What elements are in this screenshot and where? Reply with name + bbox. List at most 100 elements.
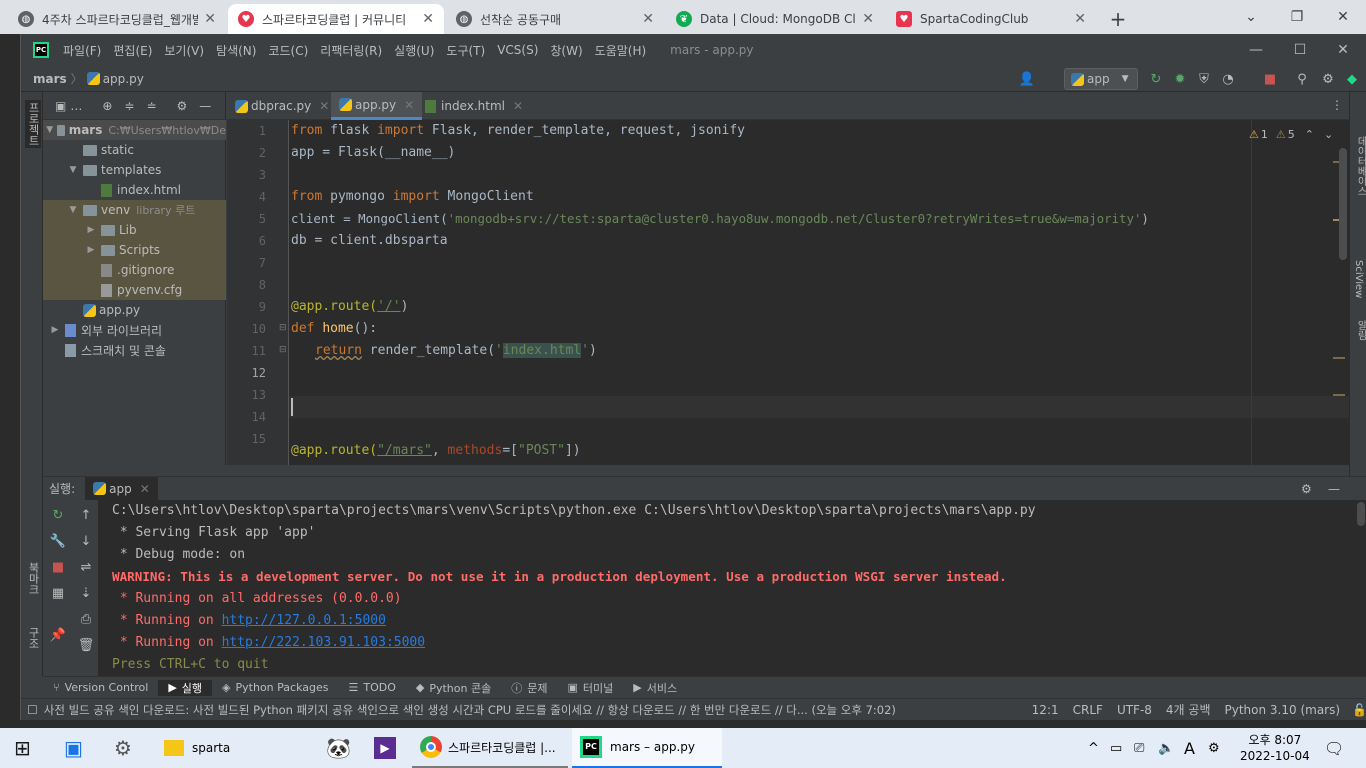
tool-tab-python-console[interactable]: ◆ Python 콘솔 xyxy=(406,680,501,696)
arrow-down-icon[interactable]: ↓ xyxy=(77,532,95,550)
run-config-selector[interactable]: app ▼ xyxy=(1064,68,1138,90)
menu-run[interactable]: 실행(U) xyxy=(388,42,440,59)
more-tabs-icon[interactable]: ⋮ xyxy=(1331,98,1343,112)
tree-item[interactable]: ▼ templates xyxy=(43,160,226,180)
stop-icon[interactable]: ■ xyxy=(49,558,67,576)
close-icon[interactable]: ✕ xyxy=(422,11,434,27)
jetbrains-icon[interactable]: ◆ xyxy=(1344,71,1360,87)
console-scrollbar[interactable] xyxy=(1357,502,1365,526)
tool-tab-terminal[interactable]: ▣ 터미널 xyxy=(557,680,623,696)
chevron-up-icon[interactable]: ⌃ xyxy=(1305,128,1314,141)
editor-tab-dbprac[interactable]: dbprac.py ✕ xyxy=(227,92,337,120)
breadcrumb-project[interactable]: mars xyxy=(21,72,67,86)
gear-icon[interactable]: ⚙ xyxy=(177,99,188,113)
fold-icon[interactable]: ⊟ xyxy=(279,345,287,355)
close-icon[interactable]: ✕ xyxy=(642,11,654,27)
editor-tab-index[interactable]: index.html ✕ xyxy=(417,92,531,120)
tree-item[interactable]: .gitignore xyxy=(43,260,226,280)
menu-navigate[interactable]: 탐색(N) xyxy=(210,42,262,59)
close-icon[interactable]: ✕ xyxy=(404,98,414,112)
browser-tab-4[interactable]: ❦ Data | Cloud: MongoDB Cloud ✕ xyxy=(666,4,884,34)
chevron-down-icon[interactable]: ⌄ xyxy=(1324,128,1333,141)
photos-icon[interactable]: ▣ xyxy=(56,728,91,768)
browser-tab-5[interactable]: ♥ SpartaCodingClub ✕ xyxy=(886,4,1096,34)
locate-icon[interactable]: ⊕ xyxy=(102,99,112,113)
run-tab-app[interactable]: app ✕ xyxy=(85,476,158,501)
taskbar-chrome[interactable]: 스파르타코딩클럽 |... xyxy=(412,728,568,768)
status-line-separator[interactable]: CRLF xyxy=(1073,703,1103,717)
close-icon[interactable]: ✕ xyxy=(319,99,329,113)
tool-tab-todo[interactable]: ☰ TODO xyxy=(338,681,405,694)
clock[interactable]: 오후 8:07 2022-10-04 xyxy=(1240,728,1310,768)
chevron-up-icon[interactable]: ^ xyxy=(1088,728,1099,768)
menu-code[interactable]: 코드(C) xyxy=(262,42,314,59)
tree-item[interactable]: app.py xyxy=(43,300,226,320)
menu-vcs[interactable]: VCS(S) xyxy=(491,43,544,57)
tool-tab-git-branch[interactable]: ⑂ Version Control xyxy=(43,681,158,694)
ide-minimize-button[interactable]: — xyxy=(1234,34,1278,66)
hide-icon[interactable]: — xyxy=(199,99,211,113)
gear-icon[interactable]: ⚙ xyxy=(1301,482,1312,496)
menu-tools[interactable]: 도구(T) xyxy=(440,42,491,59)
tree-item[interactable]: ▼ mars C:₩Users₩htlov₩De xyxy=(43,120,226,140)
rerun-icon[interactable]: ↻ xyxy=(49,506,67,524)
user-icon[interactable]: 👤 xyxy=(1019,71,1035,87)
visual-studio-icon[interactable]: ▶ xyxy=(366,728,404,768)
browser-close-button[interactable]: ✕ xyxy=(1320,0,1366,34)
new-tab-button[interactable]: + xyxy=(1100,4,1136,34)
inspection-widget[interactable]: ⚠ 1 ⚠ 5 ⌃ ⌄ xyxy=(1249,128,1333,141)
wrench-icon[interactable]: 🔧 xyxy=(49,532,67,550)
arrow-up-icon[interactable]: ↑ xyxy=(77,506,95,524)
soft-wrap-icon[interactable]: ⇌ xyxy=(77,558,95,576)
structure-tool-button[interactable]: 구조 xyxy=(25,627,41,649)
lock-icon[interactable]: 🔓 xyxy=(1352,703,1366,717)
gear-icon[interactable]: ⚙ xyxy=(1320,71,1336,87)
database-tool-button[interactable]: 데이터베이스 xyxy=(1353,136,1366,196)
profile-icon[interactable]: ◔ xyxy=(1220,71,1236,87)
tree-item[interactable]: ▼ venv library 루트 xyxy=(43,200,226,220)
panda-icon[interactable]: 🐼 xyxy=(318,728,359,768)
browser-tab-1[interactable]: ◍ 4주차 스파르타코딩클럽_웹개발 ✕ xyxy=(8,4,226,34)
pin-icon[interactable]: 📌 xyxy=(49,626,67,644)
windows-start-icon[interactable]: ⊞ xyxy=(6,728,39,768)
menu-file[interactable]: 파일(F) xyxy=(57,42,107,59)
ide-close-button[interactable]: ✕ xyxy=(1321,34,1365,66)
menu-window[interactable]: 창(W) xyxy=(544,42,588,59)
coverage-icon[interactable]: ⛨ xyxy=(1196,71,1212,87)
expand-arrow-icon[interactable]: ▶ xyxy=(85,245,97,255)
editor-tab-app[interactable]: app.py ✕ xyxy=(331,92,423,120)
status-interpreter[interactable]: Python 3.10 (mars) xyxy=(1225,703,1341,717)
close-icon[interactable]: ✕ xyxy=(862,11,874,27)
tree-item[interactable]: ▶ 외부 라이브러리 xyxy=(43,320,226,340)
sciview-tool-button[interactable]: SciView xyxy=(1353,260,1364,298)
stop-icon[interactable]: ■ xyxy=(1262,71,1278,87)
taskbar-pycharm[interactable]: PC mars – app.py xyxy=(572,728,722,768)
tool-tab-packages[interactable]: ◈ Python Packages xyxy=(212,681,338,694)
expand-arrow-icon[interactable]: ▼ xyxy=(46,125,53,135)
notification-icon[interactable]: 🗨 xyxy=(1324,728,1344,768)
tool-tab-problems[interactable]: ⓘ 문제 xyxy=(501,680,557,696)
expand-arrow-icon[interactable]: ▼ xyxy=(67,165,79,175)
tree-item[interactable]: 스크래치 및 콘솔 xyxy=(43,340,226,360)
tree-item[interactable]: ▶ Lib xyxy=(43,220,226,240)
status-encoding[interactable]: UTF-8 xyxy=(1117,703,1152,717)
battery-icon[interactable]: ▭ xyxy=(1110,728,1122,768)
menu-help[interactable]: 도움말(H) xyxy=(589,42,653,59)
editor-scrollbar[interactable] xyxy=(1339,148,1347,260)
tree-item[interactable]: pyvenv.cfg xyxy=(43,280,226,300)
close-icon[interactable]: ✕ xyxy=(140,482,150,496)
menu-view[interactable]: 보기(V) xyxy=(158,42,210,59)
tool-tab-services[interactable]: ▶ 서비스 xyxy=(623,680,687,696)
menu-refactor[interactable]: 리팩터링(R) xyxy=(314,42,388,59)
expand-arrow-icon[interactable]: ▶ xyxy=(85,225,97,235)
bookmarks-tool-button[interactable]: 북마크 xyxy=(25,562,41,595)
ide-maximize-button[interactable]: ☐ xyxy=(1278,34,1322,66)
taskbar-explorer[interactable]: sparta xyxy=(156,728,238,768)
notifications-tool-button[interactable]: 알림 xyxy=(1353,320,1366,340)
rerun-icon[interactable]: ↻ xyxy=(1148,71,1164,87)
fold-icon[interactable]: ⊟ xyxy=(279,323,287,333)
volume-icon[interactable]: 🔈 xyxy=(1158,728,1174,768)
hide-icon[interactable]: — xyxy=(1328,482,1340,496)
console-link[interactable]: http://222.103.91.103:5000 xyxy=(222,635,426,650)
expand-all-icon[interactable]: ≑ xyxy=(124,99,134,113)
